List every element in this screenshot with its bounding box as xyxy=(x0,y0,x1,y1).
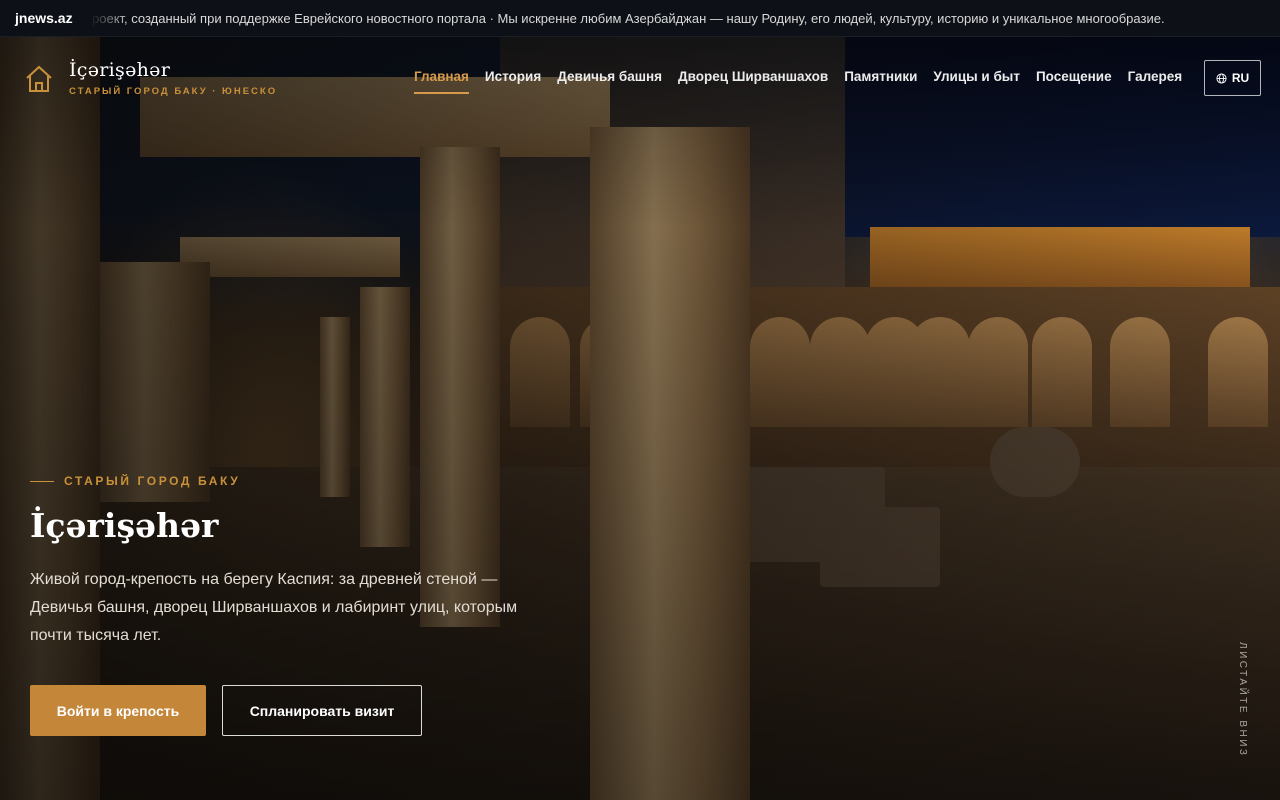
nav-gallery[interactable]: Галерея xyxy=(1128,69,1183,94)
site-header: İçərişəhər СТАРЫЙ ГОРОД БАКУ · ЮНЕСКО Гл… xyxy=(0,37,1280,117)
eyebrow-text: СТАРЫЙ ГОРОД БАКУ xyxy=(64,474,241,488)
scroll-down-hint[interactable]: ЛИСТАЙТЕ ВНИЗ xyxy=(1237,642,1248,757)
nav-maiden-tower[interactable]: Девичья башня xyxy=(557,69,662,94)
nav-history[interactable]: История xyxy=(485,69,541,94)
main-nav: Главная История Девичья башня Дворец Шир… xyxy=(414,69,1182,94)
nav-visit[interactable]: Посещение xyxy=(1036,69,1112,94)
top-ticker-bar: jnews.az роект, созданный при поддержке … xyxy=(0,0,1280,37)
nav-home[interactable]: Главная xyxy=(414,69,469,94)
language-button[interactable]: RU xyxy=(1204,60,1261,96)
logo-subtitle: СТАРЫЙ ГОРОД БАКУ · ЮНЕСКО xyxy=(69,86,278,97)
globe-icon xyxy=(1216,72,1227,84)
hero-description: Живой город-крепость на берегу Каспия: з… xyxy=(30,571,518,644)
house-icon[interactable] xyxy=(24,64,54,94)
enter-fortress-button[interactable]: Войти в крепость xyxy=(30,685,206,736)
news-ticker: роект, созданный при поддержке Еврейског… xyxy=(90,10,1280,26)
hero-eyebrow: СТАРЫЙ ГОРОД БАКУ xyxy=(30,474,240,488)
nav-shirvanshah-palace[interactable]: Дворец Ширваншахов xyxy=(678,69,828,94)
language-label: RU xyxy=(1231,71,1250,85)
logo-title[interactable]: İçərişəhər xyxy=(69,59,170,81)
nav-monuments[interactable]: Памятники xyxy=(844,69,917,94)
nav-streets[interactable]: Улицы и быт xyxy=(933,69,1020,94)
jnews-brand-link[interactable]: jnews.az xyxy=(0,10,90,26)
hero-title: İçərişəhər xyxy=(30,506,219,545)
eyebrow-line xyxy=(30,480,54,482)
plan-visit-button[interactable]: Спланировать визит xyxy=(222,685,422,736)
